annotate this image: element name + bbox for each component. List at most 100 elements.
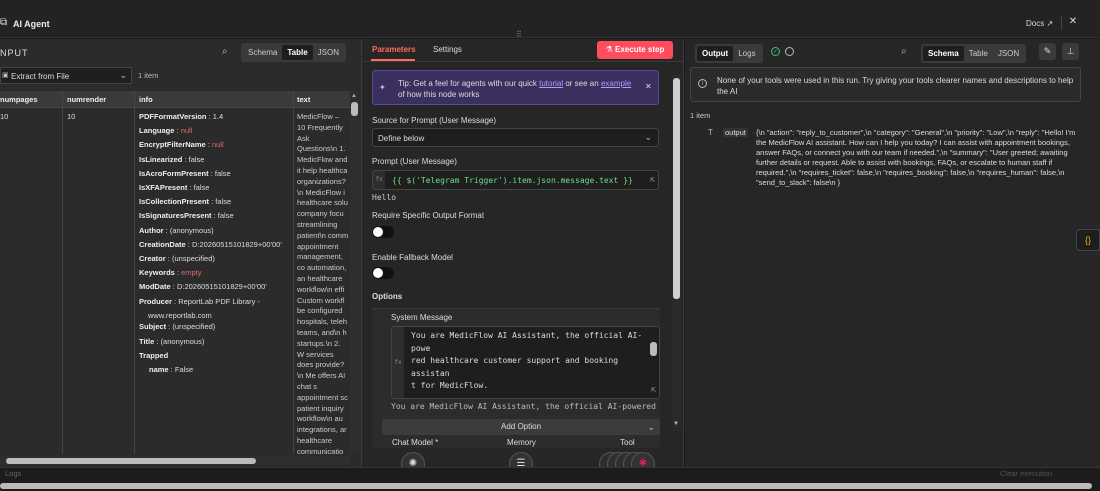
docs-link[interactable]: Docs ↗ — [1026, 19, 1053, 28]
success-check-icon: ✓ — [771, 47, 780, 56]
system-message-preview: You are MedicFlow AI Assistant, the offi… — [391, 402, 661, 411]
info-property-value: D:20260515101829+00'00' — [191, 239, 282, 249]
info-property: www.reportlab.com — [148, 311, 212, 320]
prompt-expression-result: Hello — [372, 193, 397, 202]
info-property: Subject : (unspecified) — [139, 322, 216, 332]
logs-toggle[interactable]: Logs — [5, 469, 21, 478]
pin-icon[interactable]: ⊥ — [1062, 43, 1079, 60]
toggle-knob — [373, 227, 383, 237]
scrollbar-thumb[interactable] — [351, 102, 358, 116]
window-title: AI Agent — [13, 19, 50, 29]
tip-text-middle: or see an — [563, 79, 601, 88]
horizontal-scrollbar[interactable] — [0, 483, 1092, 489]
close-icon[interactable]: ✕ — [645, 82, 652, 91]
info-property-value: www.reportlab.com — [148, 310, 212, 320]
tutorial-link[interactable]: tutorial — [539, 79, 563, 88]
database-icon[interactable]: ☰ — [509, 452, 533, 467]
info-property-key: Author — [139, 225, 164, 235]
info-property-key: EncryptFilterName — [139, 140, 206, 150]
output-format-toggle: Schema Table JSON — [921, 44, 1027, 63]
info-property-key: Producer — [139, 296, 172, 306]
view-table[interactable]: Table — [282, 45, 313, 60]
info-property-value: (unspecified) — [172, 322, 216, 332]
external-link-icon: ↗ — [1046, 19, 1054, 28]
execute-step-button[interactable]: ⚗ Execute step — [597, 41, 673, 59]
column-header-numpages[interactable]: numpages — [0, 95, 38, 104]
system-message-field[interactable]: fx You are MedicFlow AI Assistant, the o… — [391, 326, 660, 399]
add-option-button[interactable]: Add Option ⌄ — [382, 419, 660, 435]
tab-parameters[interactable]: Parameters — [372, 45, 416, 54]
parameters-vertical-scrollbar[interactable]: ▼ — [672, 75, 681, 431]
scrollbar-thumb[interactable] — [650, 342, 657, 356]
system-message-value: You are MedicFlow AI Assistant, the offi… — [411, 331, 643, 390]
info-property: IsCollectionPresent : false — [139, 197, 232, 207]
info-property-value: false — [214, 168, 231, 178]
search-icon[interactable]: ⌕ — [222, 46, 228, 57]
system-message-label: System Message — [391, 313, 453, 322]
info-property: IsAcroFormPresent : false — [139, 168, 231, 178]
subnode-chat-model-label: Chat Model * — [392, 438, 439, 447]
info-property-value: ReportLab PDF Library - — [178, 296, 260, 306]
column-header-numrender[interactable]: numrender — [67, 95, 106, 104]
info-property-key: IsLinearized — [139, 154, 183, 164]
clear-execution-button[interactable]: Clear execution — [1000, 469, 1052, 478]
view-logs[interactable]: Logs — [733, 46, 760, 61]
parameters-panel: Parameters Settings ⚗ Execute step ✦ Tip… — [362, 39, 684, 467]
fallback-toggle[interactable] — [372, 267, 394, 279]
toggle-knob — [373, 268, 383, 278]
info-property-value: (anonymous) — [169, 225, 214, 235]
input-view-toggle: Schema Table JSON — [241, 43, 347, 62]
flask-icon: ⚗ — [605, 45, 613, 54]
code-braces-icon[interactable]: {} — [1076, 229, 1100, 251]
info-property-key: Subject — [139, 322, 167, 332]
info-property: Creator : (unspecified) — [139, 254, 215, 263]
tab-settings[interactable]: Settings — [433, 45, 462, 54]
format-table[interactable]: Table — [964, 46, 993, 61]
input-node-select-value: Extract from File — [11, 72, 70, 81]
scroll-up-icon[interactable]: ▲ — [351, 93, 357, 99]
divider — [362, 61, 683, 62]
output-panel: Output Logs ✓ ⌕ Schema Table JSON ✎ ⊥ i … — [685, 39, 1100, 467]
info-property: Producer : ReportLab PDF Library - — [139, 296, 260, 306]
example-link[interactable]: example — [601, 79, 631, 88]
format-schema[interactable]: Schema — [923, 46, 964, 61]
fx-icon: fx — [392, 327, 404, 398]
tools-notice-text: None of your tools were used in this run… — [717, 76, 1074, 96]
chevron-down-icon: ⌄ — [119, 70, 127, 80]
output-value: {\n "action": "reply_to_customer",\n "ca… — [756, 128, 1076, 187]
view-json[interactable]: JSON — [313, 45, 344, 60]
scroll-down-icon[interactable]: ▼ — [673, 421, 679, 427]
fx-icon: fx — [373, 171, 385, 189]
robot-icon: ⧉ — [0, 17, 8, 28]
info-property-key: PDFFormatVersion — [139, 112, 207, 121]
view-output[interactable]: Output — [697, 46, 734, 61]
info-property-key: ModDate — [139, 282, 171, 292]
info-property-key: Creator — [139, 254, 166, 263]
scrollbar-thumb[interactable] — [6, 458, 256, 464]
specific-format-label: Require Specific Output Format — [372, 211, 485, 220]
scrollbar-thumb[interactable] — [673, 78, 680, 299]
info-property-value: (unspecified) — [171, 254, 215, 263]
source-select[interactable]: Define below ⌄ — [372, 128, 659, 147]
column-header-info[interactable]: info — [139, 95, 153, 104]
cell-numpages: 10 — [0, 112, 9, 121]
info-property-value: empty — [181, 268, 202, 278]
openai-icon[interactable]: ✺ — [401, 452, 425, 467]
column-header-text[interactable]: text — [297, 95, 310, 104]
prompt-expression-field[interactable]: fx {{ $('Telegram Trigger').item.json.me… — [372, 170, 659, 190]
tools-notice: i None of your tools were used in this r… — [690, 67, 1081, 102]
close-button[interactable]: ✕ — [1066, 15, 1080, 29]
search-icon[interactable]: ⌕ — [901, 46, 907, 57]
format-json[interactable]: JSON — [993, 46, 1024, 61]
specific-format-toggle[interactable] — [372, 226, 394, 238]
output-item-count: 1 item — [690, 111, 711, 120]
table-vertical-scrollbar[interactable]: ▲ — [350, 91, 359, 454]
slack-icon[interactable]: ✱ — [631, 452, 655, 467]
table-horizontal-scrollbar[interactable] — [0, 456, 350, 465]
expand-icon[interactable]: ⇱ — [651, 387, 656, 394]
expand-icon[interactable]: ⇱ — [650, 177, 655, 184]
input-node-select[interactable]: ▣ Extract from File ⌄ — [0, 67, 132, 84]
pencil-icon[interactable]: ✎ — [1039, 43, 1056, 60]
view-schema[interactable]: Schema — [243, 45, 282, 60]
drag-handle-icon[interactable]: ⠿ — [516, 30, 526, 38]
